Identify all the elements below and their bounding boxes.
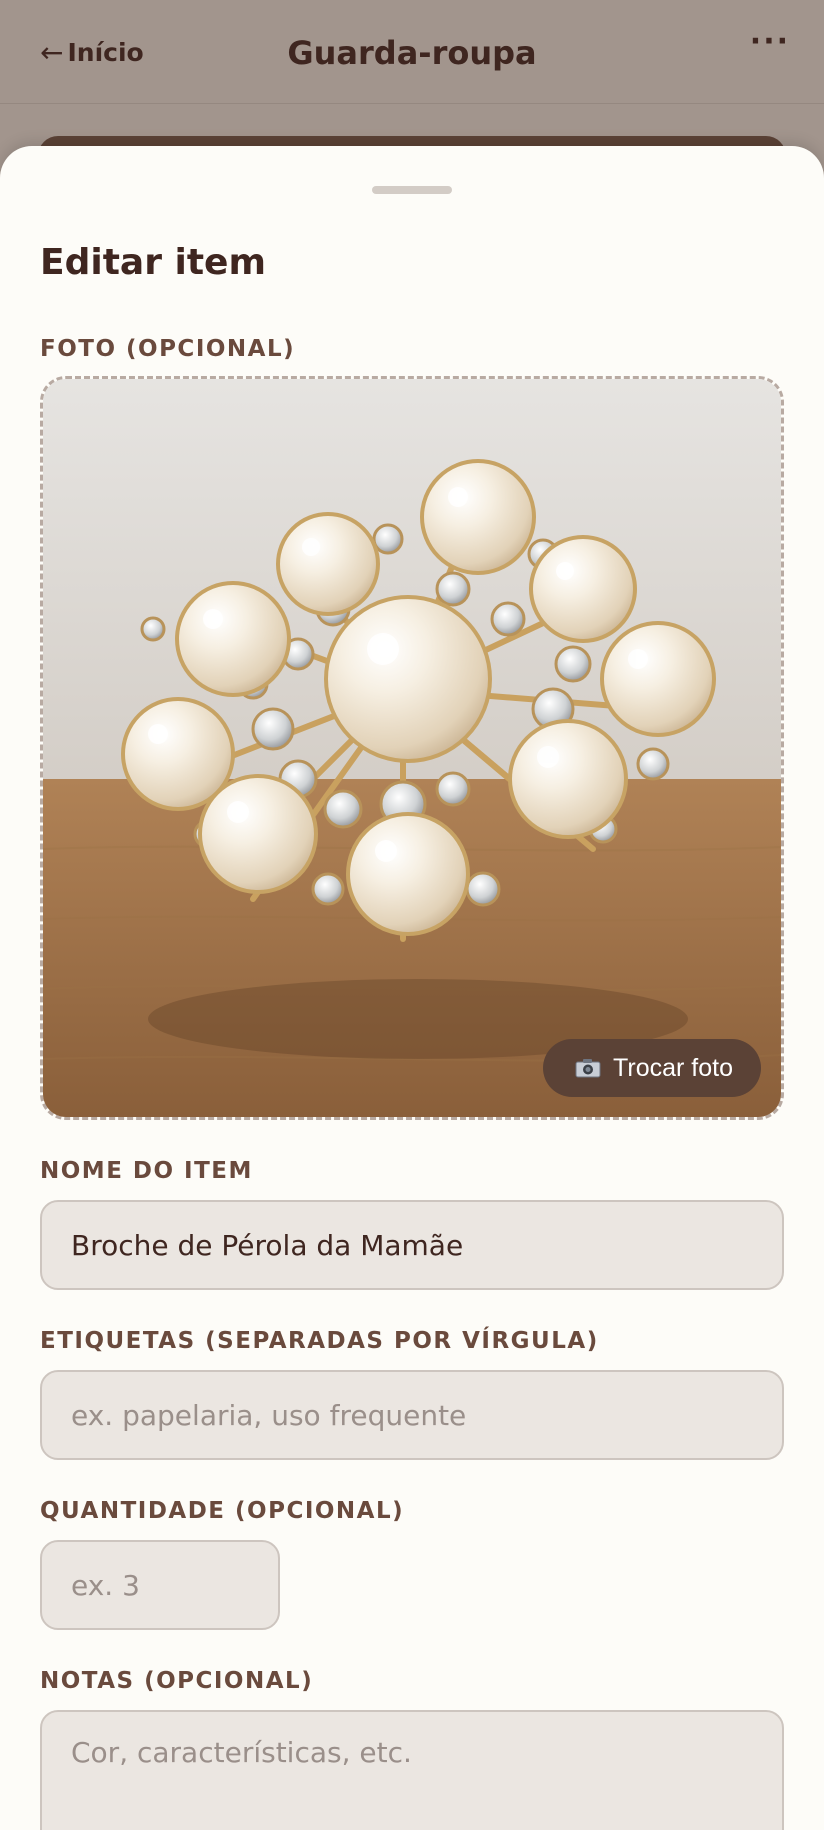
photo-upload-area[interactable]: Trocar foto <box>40 376 784 1120</box>
app-header: ← Início Guarda-roupa ··· <box>0 0 824 104</box>
quantity-label: QUANTIDADE (OPCIONAL) <box>40 1498 405 1524</box>
brooch-photo <box>43 379 781 1117</box>
page-title: Guarda-roupa <box>287 34 537 72</box>
quantity-input[interactable] <box>40 1540 280 1630</box>
tags-input[interactable] <box>40 1370 784 1460</box>
edit-item-sheet: Editar item FOTO (OPCIONAL) Trocar foto … <box>0 146 824 1830</box>
tags-label: ETIQUETAS (SEPARADAS POR VÍRGULA) <box>40 1328 599 1354</box>
more-options-icon[interactable]: ··· <box>750 24 790 59</box>
item-name-input[interactable] <box>40 1200 784 1290</box>
change-photo-button[interactable]: Trocar foto <box>543 1039 761 1097</box>
notes-label: NOTAS (OPCIONAL) <box>40 1668 314 1694</box>
sheet-title: Editar item <box>40 242 266 283</box>
item-name-label: NOME DO ITEM <box>40 1158 253 1184</box>
notes-input[interactable] <box>40 1710 784 1830</box>
camera-icon <box>575 1058 601 1078</box>
sheet-drag-handle[interactable] <box>372 186 452 194</box>
photo-label: FOTO (OPCIONAL) <box>40 336 296 362</box>
change-photo-label: Trocar foto <box>613 1053 733 1082</box>
